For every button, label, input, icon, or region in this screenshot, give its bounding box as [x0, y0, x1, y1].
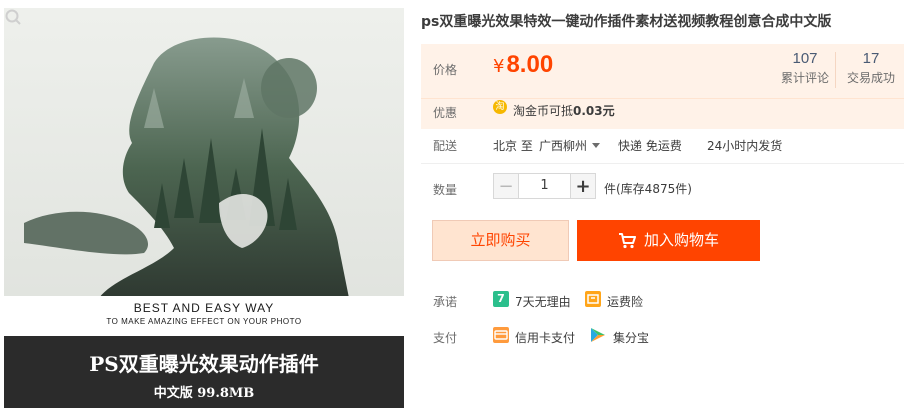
- image-band-title: PS双重曝光效果动作插件: [89, 352, 319, 376]
- seven-day-return-icon: 7: [493, 291, 509, 307]
- currency-symbol: ¥: [493, 56, 505, 77]
- product-title: ps双重曝光效果特效一键动作插件素材送视频教程创意合成中文版: [421, 14, 832, 30]
- promo-text: 淘金币可抵0.03元: [513, 102, 615, 119]
- add-to-cart-button[interactable]: 加入购物车: [577, 220, 760, 261]
- image-band-subtitle: 中文版 99.8MB: [153, 386, 255, 401]
- price-panel: 价格 ¥8.00 107 累计评论 17 交易成功 优惠 淘 淘金币可抵0.03…: [421, 44, 904, 129]
- promise-label: 承诺: [433, 295, 458, 309]
- payment-label: 支付: [433, 331, 458, 345]
- price-label: 价格: [433, 63, 458, 77]
- payment-credit-card[interactable]: 信用卡支付: [515, 329, 575, 346]
- stat-divider: [835, 52, 836, 88]
- shipping-insurance-icon: [585, 291, 601, 307]
- stock-text: 件(库存4875件): [604, 182, 692, 196]
- add-to-cart-label: 加入购物车: [643, 231, 719, 249]
- promo-divider: [421, 98, 904, 99]
- quantity-label: 数量: [433, 183, 458, 197]
- image-caption-headline: BEST AND EASY WAY: [133, 301, 275, 315]
- delivery-destination-select[interactable]: 广西柳州: [539, 137, 601, 154]
- buy-now-button[interactable]: 立即购买: [432, 220, 569, 261]
- reviews-stat[interactable]: 107 累计评论: [775, 50, 835, 86]
- delivery-destination: 广西柳州: [539, 139, 588, 153]
- magnifier-icon[interactable]: [4, 8, 22, 26]
- taobao-coin-icon: 淘: [493, 100, 507, 114]
- delivery-method: 快递 免运费: [618, 139, 682, 153]
- product-main-image[interactable]: BEST AND EASY WAY TO MAKE AMAZING EFFECT…: [4, 8, 404, 408]
- cart-icon: [618, 233, 636, 249]
- delivery-from: 北京 至: [493, 139, 533, 153]
- promo-text-prefix: 淘金币可抵: [513, 104, 574, 118]
- price-amount: 8.00: [506, 51, 554, 78]
- quantity-decrease-button[interactable]: −: [493, 173, 519, 199]
- delivery-label: 配送: [433, 139, 458, 153]
- delivery-ship-time: 24小时内发货: [707, 139, 783, 153]
- trades-stat: 17 交易成功: [841, 50, 901, 86]
- trades-label: 交易成功: [846, 71, 895, 85]
- trades-count: 17: [862, 50, 880, 67]
- payment-jifenbao[interactable]: 集分宝: [613, 329, 649, 346]
- chevron-down-icon: [592, 143, 601, 148]
- promise-seven-day-return[interactable]: 7天无理由: [515, 293, 571, 310]
- jifenbao-icon: [590, 327, 606, 343]
- promise-shipping-insurance[interactable]: 运费险: [607, 293, 643, 310]
- credit-card-icon: [493, 327, 509, 343]
- image-caption-subline: TO MAKE AMAZING EFFECT ON YOUR PHOTO: [106, 317, 302, 326]
- quantity-input[interactable]: 1: [518, 173, 571, 199]
- promo-label: 优惠: [433, 106, 458, 120]
- price-value: ¥8.00: [493, 51, 553, 79]
- double-exposure-artwork: [4, 8, 404, 338]
- reviews-count: 107: [792, 50, 818, 67]
- promo-amount: 0.03元: [573, 104, 615, 118]
- reviews-label: 累计评论: [780, 71, 829, 85]
- quantity-increase-button[interactable]: +: [570, 173, 596, 199]
- section-divider: [421, 163, 904, 164]
